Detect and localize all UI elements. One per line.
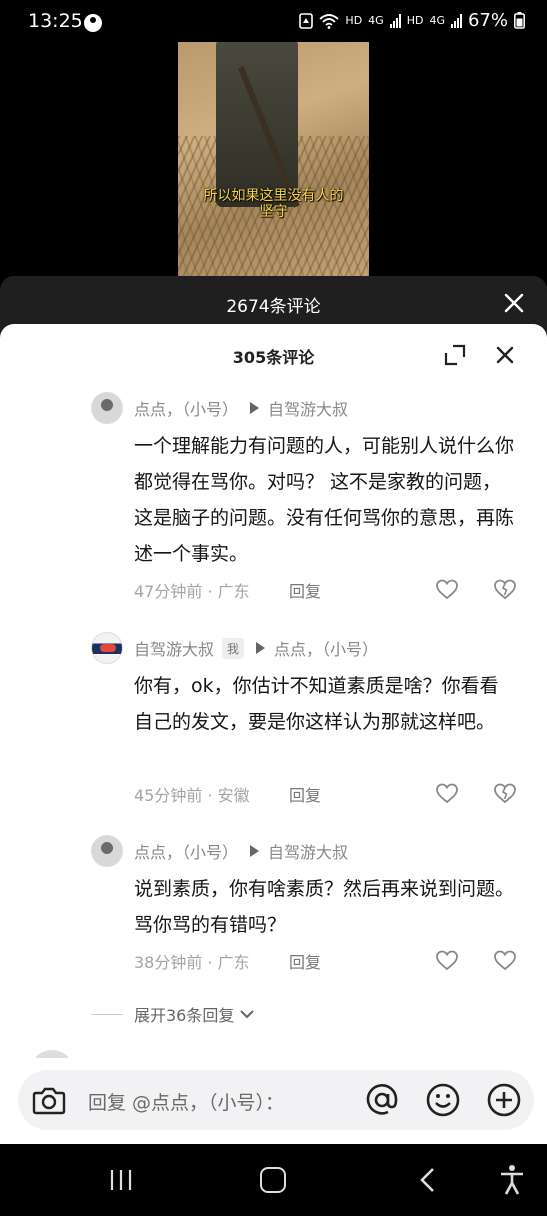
mention-icon[interactable]: [364, 1082, 400, 1118]
comment-author[interactable]: 自驾游大叔: [134, 636, 214, 660]
expand-icon[interactable]: [444, 344, 466, 366]
comment-time-location: 47分钟前 · 广东: [134, 582, 250, 601]
status-indicators: HD 4G HD 4G 67%: [299, 10, 525, 31]
status-bar: 13:25 HD 4G HD 4G 67%: [0, 0, 547, 42]
emoji-icon[interactable]: [425, 1082, 461, 1118]
broken-heart-icon[interactable]: [493, 781, 517, 805]
reply-button[interactable]: 回复: [289, 578, 321, 602]
comment-footer: 38分钟前 · 广东 回复: [134, 949, 524, 973]
chevron-down-icon: [240, 1010, 255, 1019]
reply-target[interactable]: 自驾游大叔: [268, 396, 348, 420]
reply-button[interactable]: 回复: [289, 782, 321, 806]
comments-count-title: 2674条评论: [226, 297, 321, 317]
accessibility-icon[interactable]: [498, 1164, 526, 1196]
comment-text: 一个理解能力有问题的人，可能别人说什么你都觉得在骂你。对吗？ 这不是家教的问题，…: [134, 435, 515, 565]
avatar[interactable]: [91, 632, 123, 664]
signal-icon-2: [450, 13, 462, 28]
comment-time-location: 45分钟前 · 安徽: [134, 786, 250, 805]
close-icon[interactable]: [494, 344, 516, 366]
self-badge: 我: [222, 637, 245, 659]
reply-sheet: 305条评论 点点，（小号） 自驾游大叔 一个理解能力有问题的人，可能别人说什么…: [0, 324, 547, 1144]
comment-text: 你有，ok，你估计不知道素质是啥？你看看自己的发文，要是你这样认为那就这样吧。: [134, 675, 499, 733]
reply-input[interactable]: 回复 @点点，（小号）：: [18, 1070, 534, 1130]
reply-target[interactable]: 自驾游大叔: [268, 839, 348, 863]
divider: [91, 1013, 123, 1015]
comment-author[interactable]: 点点，（小号）: [134, 839, 238, 863]
comment-meta: 点点，（小号） 自驾游大叔: [134, 839, 348, 863]
recent-apps-icon[interactable]: [108, 1168, 134, 1192]
heart-icon[interactable]: [435, 577, 459, 601]
comment-footer: 47分钟前 · 广东 回复: [134, 578, 524, 602]
battery-icon: [514, 12, 525, 29]
back-icon[interactable]: [416, 1166, 438, 1194]
comment-meta: 点点，（小号） 自驾游大叔: [134, 396, 348, 420]
wifi-icon: [319, 13, 340, 29]
video-caption: 所以如果这里没有人的 坚守: [178, 188, 369, 220]
add-icon[interactable]: [486, 1082, 522, 1118]
account-status-icon: [84, 14, 102, 32]
reply-arrow-icon: [250, 845, 260, 857]
comment-footer: 45分钟前 · 安徽 回复: [134, 782, 524, 806]
reply-arrow-icon: [250, 402, 260, 414]
network-4g-indicator: 4G: [368, 14, 384, 27]
nfc-icon: [299, 12, 314, 29]
signal-icon: [389, 13, 401, 28]
status-time: 13:25: [28, 10, 83, 32]
expand-replies-label: 展开36条回复: [134, 1006, 235, 1025]
expand-replies-button[interactable]: 展开36条回复: [91, 1002, 256, 1026]
system-nav-bar: [0, 1144, 547, 1216]
reply-arrow-icon: [256, 642, 266, 654]
video-caption-line: 所以如果这里没有人的: [203, 188, 344, 204]
reply-input-area: 回复 @点点，（小号）：: [0, 1058, 547, 1144]
broken-heart-icon[interactable]: [493, 948, 517, 972]
hd-indicator: HD: [345, 14, 363, 27]
broken-heart-icon[interactable]: [493, 577, 517, 601]
network-4g-indicator-2: 4G: [429, 14, 445, 27]
battery-level: 67%: [467, 10, 508, 31]
hd-indicator-2: HD: [406, 14, 424, 27]
home-icon[interactable]: [260, 1167, 286, 1193]
heart-icon[interactable]: [435, 781, 459, 805]
comment-text: 说到素质，你有啥素质？然后再来说到问题。骂你骂的有错吗？: [134, 878, 515, 936]
reply-target[interactable]: 点点，（小号）: [274, 636, 378, 660]
comment-time-location: 38分钟前 · 广东: [134, 953, 250, 972]
close-icon[interactable]: [503, 292, 525, 314]
comment-author[interactable]: 点点，（小号）: [134, 396, 238, 420]
camera-icon[interactable]: [32, 1085, 66, 1115]
comment-meta: 自驾游大叔 我 点点，（小号）: [134, 636, 378, 660]
avatar[interactable]: [91, 835, 123, 867]
avatar[interactable]: [91, 392, 123, 424]
reply-button[interactable]: 回复: [289, 949, 321, 973]
video-player[interactable]: 所以如果这里没有人的 坚守: [178, 42, 369, 276]
reply-input-placeholder: 回复 @点点，（小号）：: [88, 1092, 285, 1114]
heart-icon[interactable]: [435, 948, 459, 972]
video-caption-line: 坚守: [259, 204, 288, 220]
